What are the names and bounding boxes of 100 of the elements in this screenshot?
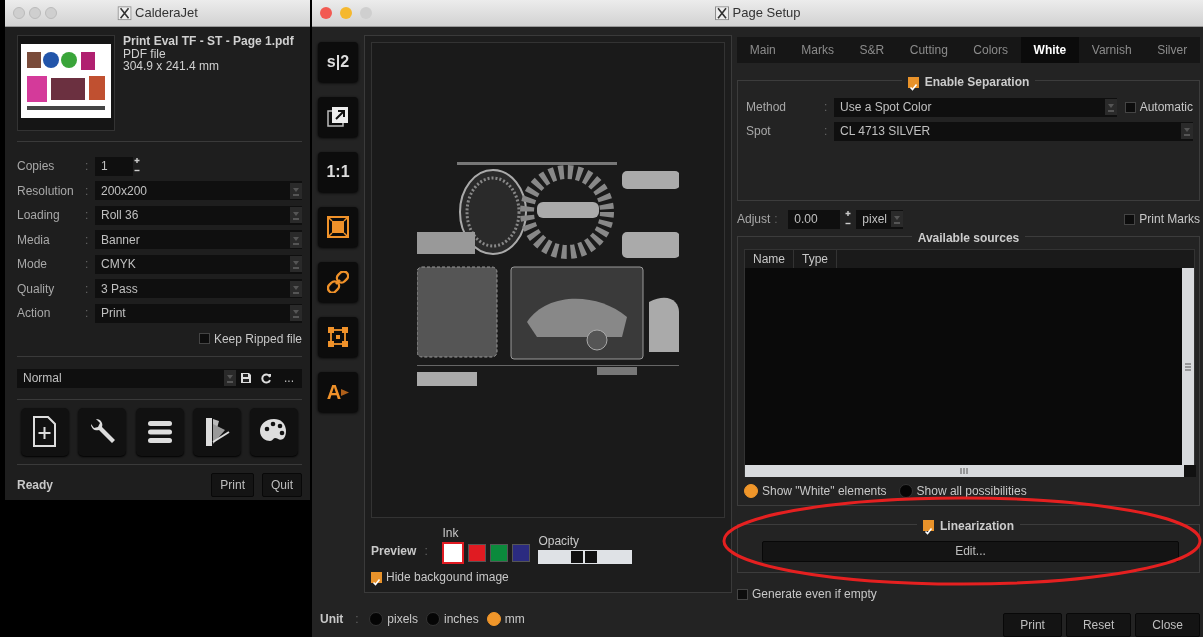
field-colon: :	[85, 207, 90, 225]
field-colon: :	[355, 611, 360, 628]
group-title: Available sources	[917, 229, 1020, 247]
status-text: Ready	[17, 476, 55, 494]
field-colon: :	[85, 182, 90, 200]
adjust-field[interactable]: 0.00	[788, 209, 841, 229]
button[interactable]: Quit	[262, 472, 302, 497]
opacity-bar[interactable]	[538, 550, 633, 564]
copies-field[interactable]: 1	[95, 156, 133, 176]
more-button[interactable]: ...	[280, 371, 298, 385]
radio-button[interactable]	[898, 483, 913, 498]
button[interactable]: Close	[1135, 613, 1200, 637]
preset-dropdown[interactable]: Normal	[17, 368, 236, 388]
button[interactable]: Print	[211, 472, 254, 497]
column-header: Name	[745, 249, 794, 268]
tool-button[interactable]	[135, 407, 184, 456]
checkbox-label: Hide backgound image	[386, 569, 509, 586]
radio-label: mm	[504, 611, 525, 628]
field-colon: :	[424, 543, 429, 560]
field-label: Spot	[746, 123, 772, 140]
fit-frame-icon	[327, 216, 349, 238]
tool-button[interactable]	[78, 407, 127, 456]
checkbox[interactable]	[198, 333, 210, 344]
radio-button[interactable]	[486, 612, 501, 626]
dropdown[interactable]: CMYK	[95, 254, 302, 274]
ink-swatch[interactable]	[442, 542, 465, 564]
x11-icon	[714, 6, 729, 20]
field-colon: :	[85, 280, 90, 298]
radio-label: Show "White" elements	[762, 482, 887, 500]
refresh-icon[interactable]	[260, 372, 272, 384]
radio-button[interactable]	[744, 483, 758, 498]
ink-swatch[interactable]	[468, 544, 487, 562]
checkbox-label: Print Marks	[1139, 211, 1200, 229]
checkbox-label: Generate even if empty	[752, 586, 877, 603]
save-icon[interactable]	[240, 372, 252, 384]
tool-button[interactable]	[318, 97, 358, 137]
x11-icon	[117, 6, 132, 20]
button[interactable]: Print	[1003, 613, 1062, 637]
file-name: Print Eval TF - ST - Page 1.pdf	[123, 35, 294, 48]
checkbox[interactable]	[907, 76, 919, 88]
ink-swatch[interactable]	[490, 544, 509, 562]
field-label: Quality	[17, 280, 56, 298]
unit-dropdown[interactable]: pixel	[856, 209, 904, 229]
button[interactable]: Reset	[1065, 613, 1132, 637]
tool-button[interactable]	[318, 317, 358, 357]
node-frame-icon	[327, 326, 349, 348]
opacity-label: Opacity	[538, 533, 581, 550]
close-button[interactable]	[320, 7, 332, 19]
edit-button[interactable]: Edit...	[762, 540, 1179, 562]
tab[interactable]: White	[1020, 37, 1080, 63]
checkbox[interactable]	[1124, 101, 1136, 113]
checkbox[interactable]	[371, 571, 382, 583]
dropdown[interactable]: 200x200	[95, 181, 302, 201]
field-colon: :	[824, 123, 829, 140]
dropdown[interactable]: Print	[95, 303, 302, 323]
checkbox-label: Keep Ripped file	[213, 330, 302, 348]
field-label: Resolution	[17, 182, 75, 200]
field-colon: :	[85, 305, 90, 323]
tool-button[interactable]	[250, 407, 298, 456]
field-colon: :	[85, 231, 90, 249]
checkbox[interactable]	[1124, 213, 1136, 225]
radio-button[interactable]	[426, 612, 440, 626]
tool-button[interactable]	[21, 407, 69, 456]
ink-swatch[interactable]	[512, 544, 531, 562]
dropdown[interactable]: Roll 36	[95, 205, 302, 225]
window-title: Page Setup	[732, 4, 801, 23]
tool-button[interactable]	[318, 262, 358, 302]
group-title: Enable Separation	[924, 74, 1030, 91]
dropdown[interactable]: Banner	[95, 230, 302, 250]
vertical-scrollbar[interactable]	[1182, 267, 1194, 465]
column-header: Type	[794, 249, 838, 268]
window-title: CalderaJet	[135, 4, 198, 23]
tool-button[interactable]	[192, 407, 241, 456]
field-colon: :	[85, 158, 90, 176]
field-label: Media	[17, 231, 51, 249]
field-label: Mode	[17, 256, 49, 274]
dropdown[interactable]: CL 4713 SILVER	[834, 121, 1193, 141]
link-icon	[327, 271, 349, 293]
radio-label: pixels	[387, 611, 418, 628]
radio-label: inches	[444, 611, 479, 628]
field-colon: :	[85, 256, 90, 274]
tool-button[interactable]	[318, 207, 358, 247]
tool-button[interactable]: s|2	[318, 42, 358, 82]
file-type: PDF file	[123, 47, 167, 61]
checkbox[interactable]	[923, 520, 934, 532]
horizontal-scrollbar[interactable]	[745, 464, 1196, 477]
checkbox-label: Automatic	[1139, 99, 1193, 116]
checkbox[interactable]	[737, 588, 748, 600]
tool-button[interactable]: A	[318, 372, 358, 412]
field-label: Loading	[17, 207, 61, 225]
tool-button[interactable]: 1:1	[318, 152, 358, 192]
dropdown[interactable]: Use a Spot Color	[834, 97, 1117, 117]
field-colon: :	[774, 211, 779, 229]
dropdown[interactable]: 3 Pass	[95, 279, 302, 299]
file-size: 304.9 x 241.4 mm	[123, 60, 221, 73]
triangle-icon	[341, 388, 350, 396]
field-colon: :	[824, 99, 829, 116]
radio-label: Show all possibilities	[916, 482, 1027, 500]
preview-label: Preview	[371, 543, 417, 560]
radio-button[interactable]	[369, 612, 384, 626]
